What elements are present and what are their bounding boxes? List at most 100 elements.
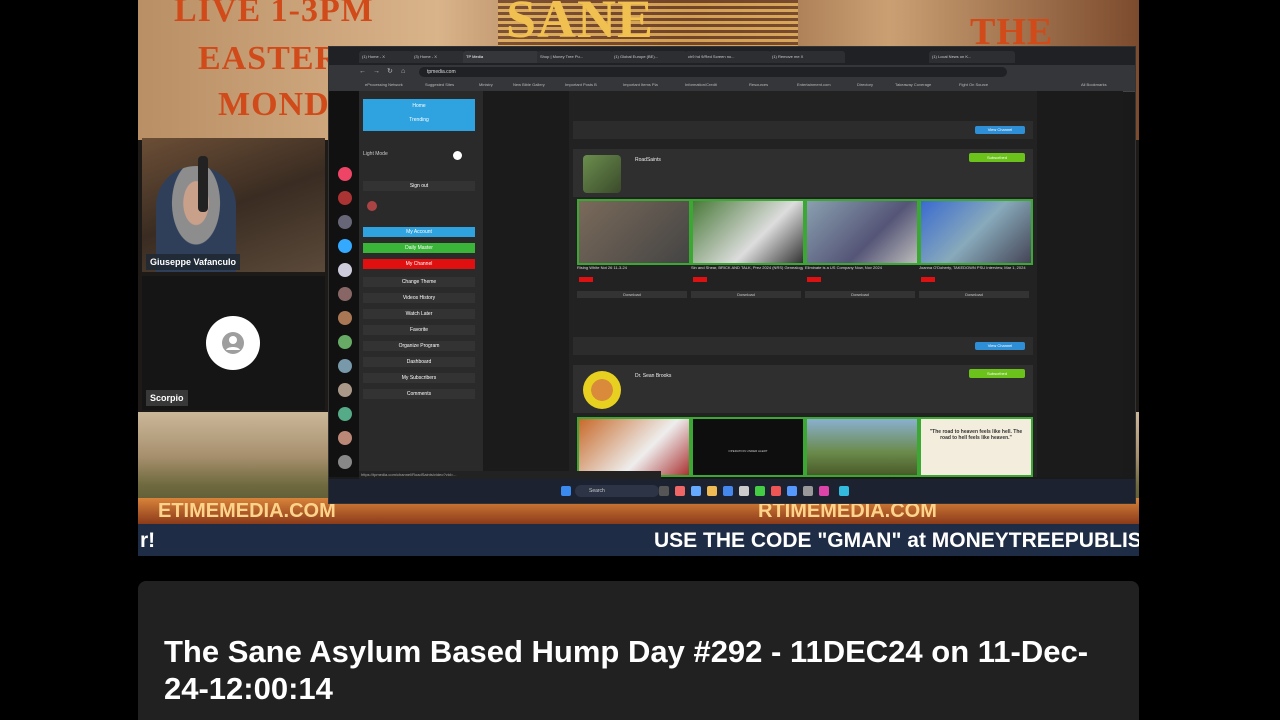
video-title[interactable]: Rising White Not 26 11-3-24 (577, 265, 689, 270)
download-button[interactable]: Download (691, 291, 801, 298)
channel-avatar[interactable] (583, 371, 621, 409)
taskbar-app-icon[interactable] (723, 486, 733, 496)
video-thumbnail[interactable]: "The road to heaven feels like hell. The… (919, 417, 1033, 477)
video-thumbnail[interactable]: OPERATION UNDER ALERT (691, 417, 805, 477)
taskbar-app-icon[interactable] (787, 486, 797, 496)
download-button[interactable]: Download (805, 291, 915, 298)
taskbar-app-icon[interactable] (803, 486, 813, 496)
sidebar-item-watch-later[interactable]: Watch Later (363, 309, 475, 319)
sign-out-button[interactable]: Sign out (363, 181, 475, 191)
bookmark[interactable]: All Bookmarks (1081, 81, 1107, 89)
bookmark[interactable]: Important Posts B (565, 81, 597, 89)
taskbar-app-icon[interactable] (707, 486, 717, 496)
app-icon[interactable] (338, 407, 352, 421)
browser-tab[interactable]: (1) Global Europe (BE)... (611, 51, 687, 63)
sidebar-item-dashboard[interactable]: Dashboard (363, 357, 475, 367)
channel-name[interactable]: Dr. Sean Brooks (635, 373, 671, 379)
browser-tab[interactable]: Shop | Money Tree Pu... (537, 51, 613, 63)
video-title[interactable]: Eliminate is a US Company Now, Nov 2024 (805, 265, 917, 270)
browser-tab[interactable]: (1) Local News on K... (929, 51, 1015, 63)
bookmark[interactable]: Suggested Sites (425, 81, 454, 89)
sidebar-item-favorite[interactable]: Favorite (363, 325, 475, 335)
app-icon[interactable] (338, 215, 352, 229)
channel-list: View Channel RoadSaints Subscribed Risin… (569, 91, 1037, 477)
view-channel-button[interactable]: View Channel (975, 126, 1025, 134)
subscribe-button[interactable]: Subscribed (969, 369, 1025, 378)
video-info: The Sane Asylum Based Hump Day #292 - 11… (138, 581, 1139, 720)
video-thumbnail[interactable] (805, 417, 919, 477)
app-icon[interactable] (338, 287, 352, 301)
taskbar-app-icon[interactable] (755, 486, 765, 496)
video-player[interactable]: LIVE 1-3PM EASTERN MONDAY SANE THE ETIME… (138, 0, 1139, 581)
app-icon[interactable] (338, 335, 352, 349)
sidebar-item-history[interactable]: Videos History (363, 293, 475, 303)
sidebar-item-channel[interactable]: My Channel (363, 259, 475, 269)
sidebar-item-comments[interactable]: Comments (363, 389, 475, 399)
browser-tab[interactable]: (1) Home - X (359, 51, 413, 63)
bookmark[interactable]: Resources (749, 81, 768, 89)
forward-icon[interactable]: → (373, 67, 380, 77)
url-input[interactable]: tpmedia.com (419, 67, 1007, 77)
home-icon[interactable]: ⌂ (401, 67, 405, 77)
bookmark[interactable]: Ministry (479, 81, 493, 89)
back-icon[interactable]: ← (359, 67, 366, 77)
sidebar-item-subscribers[interactable]: My Subscribers (363, 373, 475, 383)
sidebar-item-organize[interactable]: Organize Program (363, 341, 475, 351)
taskbar-app-icon[interactable] (839, 486, 849, 496)
taskbar-app-icon[interactable] (771, 486, 781, 496)
app-icon[interactable] (338, 311, 352, 325)
bookmark[interactable]: Important Items Pla (623, 81, 658, 89)
video-thumbnail[interactable] (577, 417, 691, 477)
windows-start-icon[interactable] (561, 486, 571, 496)
taskbar-app-icon[interactable] (659, 486, 669, 496)
sidebar-item-theme[interactable]: Change Theme (363, 277, 475, 287)
video-title[interactable]: Joanna O'Doherty, TAKEDOWN PSU Interview… (919, 265, 1031, 270)
sidebar-item-account[interactable]: My Account (363, 227, 475, 237)
reload-icon[interactable]: ↻ (387, 67, 393, 77)
bookmark[interactable]: Takeaway Coverage (895, 81, 931, 89)
taskbar-search[interactable]: Search (575, 485, 659, 497)
ticker-left-text: r! (140, 529, 156, 552)
taskbar-app-icon[interactable] (819, 486, 829, 496)
browser-tab-active[interactable]: TP Media (463, 51, 539, 63)
bookmark[interactable]: Information/Credit (685, 81, 717, 89)
taskbar-app-icon[interactable] (675, 486, 685, 496)
app-icon[interactable] (338, 239, 352, 253)
light-mode-toggle[interactable] (453, 151, 462, 160)
view-channel-button[interactable]: View Channel (975, 342, 1025, 350)
video-thumbnail[interactable] (691, 199, 805, 265)
app-icon[interactable] (338, 263, 352, 277)
taskbar-app-icon[interactable] (739, 486, 749, 496)
video-thumbnail[interactable] (577, 199, 691, 265)
video-thumbnail[interactable] (919, 199, 1033, 265)
app-rail (329, 91, 359, 477)
bookmark[interactable]: New Bible Gallery (513, 81, 545, 89)
download-button[interactable]: Download (919, 291, 1029, 298)
bookmark[interactable]: Entertainment.com (797, 81, 831, 89)
browser-tab[interactable]: (1) Remove me X (769, 51, 845, 63)
app-icon[interactable] (338, 191, 352, 205)
bookmark[interactable]: Directory (857, 81, 873, 89)
app-icon[interactable] (338, 431, 352, 445)
download-button[interactable]: Download (577, 291, 687, 298)
app-icon[interactable] (338, 167, 352, 181)
app-icon[interactable] (338, 455, 352, 469)
taskbar-app-icon[interactable] (691, 486, 701, 496)
browser-tab[interactable]: (3) Home - X (411, 51, 465, 63)
sidebar-item-home[interactable]: Home (363, 99, 475, 113)
video-title[interactable]: Sin and Shear, BRICK AND TALK, Prez 2024… (691, 265, 803, 270)
free-badge (807, 277, 821, 282)
site-sidebar: Home Trending Light Mode Sign out My Acc… (359, 91, 483, 477)
subscribe-button[interactable]: Subscribed (969, 153, 1025, 162)
video-thumbnail[interactable] (805, 199, 919, 265)
channel-name[interactable]: RoadSaints (635, 157, 661, 163)
app-icon[interactable] (338, 383, 352, 397)
channel-avatar[interactable] (583, 155, 621, 193)
bookmark[interactable]: Fight On Source (959, 81, 988, 89)
app-icon[interactable] (338, 359, 352, 373)
sidebar-item-trending[interactable]: Trending (363, 113, 475, 127)
browser-tab[interactable]: ch9 hd 9/Red Screen no... (685, 51, 771, 63)
bookmark[interactable]: eProcessing Network (365, 81, 403, 89)
sidebar-item-daily[interactable]: Daily Master (363, 243, 475, 253)
show-logo: SANE (506, 0, 655, 49)
